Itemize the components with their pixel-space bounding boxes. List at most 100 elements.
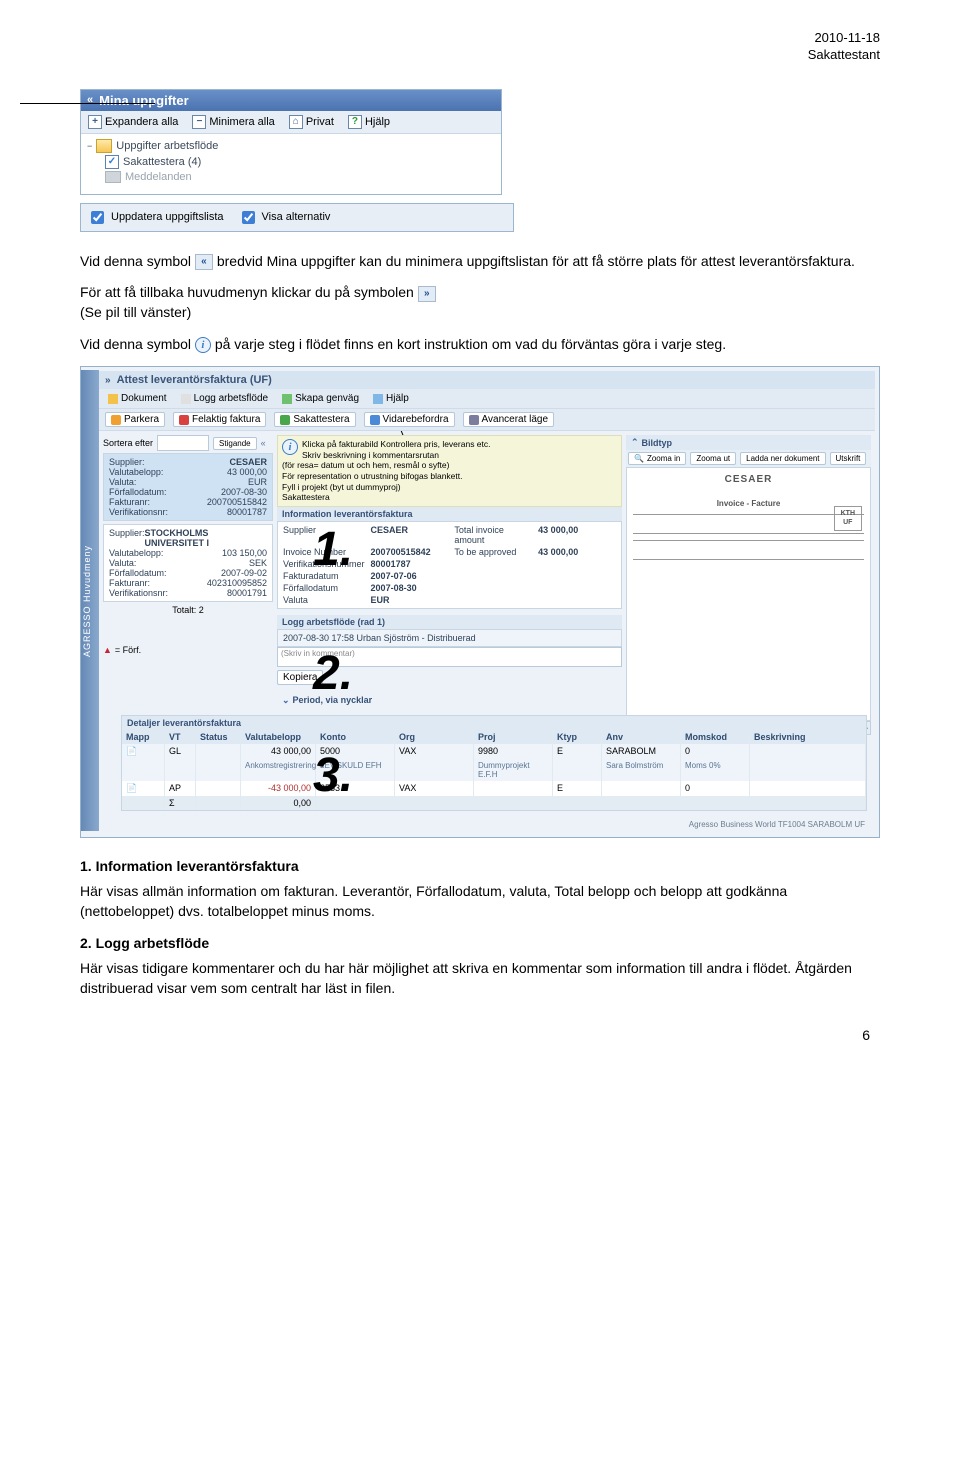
- collapse-chevron-icon[interactable]: «: [87, 94, 93, 106]
- print-button[interactable]: Utskrift: [830, 452, 867, 465]
- kv-label: Fakturanr:: [109, 578, 150, 588]
- details-title: Detaljer leverantörsfaktura: [122, 716, 866, 730]
- print-label: Utskrift: [836, 454, 861, 463]
- header-role: Sakattestant: [80, 47, 880, 64]
- log-icon: [181, 394, 191, 404]
- zoom-out-button[interactable]: Zooma ut: [690, 452, 736, 465]
- kv-label: Valuta:: [109, 558, 136, 568]
- zoom-in-icon: 🔍: [634, 454, 644, 463]
- kv-label: To be approved: [454, 547, 532, 557]
- forward-button[interactable]: Vidarebefordra: [364, 412, 455, 427]
- kv-label: Total invoice amount: [454, 525, 532, 545]
- park-button[interactable]: Parkera: [105, 412, 165, 427]
- options-bar: Uppdatera uppgiftslista Visa alternativ: [80, 203, 514, 232]
- action-toolbar: Parkera Felaktig faktura Sakattestera Vi…: [99, 409, 875, 431]
- p1-a: Vid denna symbol: [80, 253, 195, 269]
- overdue-label: = Förf.: [115, 645, 141, 655]
- td: 0: [681, 744, 750, 759]
- td-sub: Moms 0%: [681, 759, 750, 781]
- invoice-card-2[interactable]: Supplier:STOCKHOLMS UNIVERSITET I Valuta…: [103, 524, 273, 602]
- section-1-title: 1. Information leverantörsfaktura: [80, 858, 880, 874]
- check-icon: ✓: [105, 155, 119, 169]
- details-table: Detaljer leverantörsfaktura Mapp VT Stat…: [121, 715, 867, 811]
- folder-gray-icon: [105, 171, 121, 183]
- image-section-title: Bildtyp: [642, 438, 673, 448]
- td: SARABOLM: [602, 744, 681, 759]
- kv-value: CESAER: [371, 525, 449, 545]
- collapse-left-icon[interactable]: «: [261, 438, 266, 448]
- sort-field[interactable]: [157, 435, 209, 451]
- th: Anv: [602, 730, 681, 744]
- sidebar-panel: « Mina uppgifter + Expandera alla − Mini…: [80, 89, 502, 195]
- chevron-up-icon[interactable]: ⌃: [631, 437, 639, 448]
- kv-value: EUR: [371, 595, 449, 605]
- page-header: 2010-11-18 Sakattestant: [80, 30, 880, 64]
- shortcut-button[interactable]: Skapa genväg: [279, 392, 362, 405]
- document-button[interactable]: Dokument: [105, 392, 170, 405]
- paragraph-2: För att få tillbaka huvudmenyn klickar d…: [80, 283, 880, 322]
- chevron-down-icon[interactable]: ⌄: [282, 695, 290, 706]
- note-line: För representation o utrustning bifogas …: [282, 471, 617, 482]
- attest-label: Sakattestera: [293, 414, 349, 425]
- kv-label: Supplier:: [109, 457, 145, 467]
- kv-value: EUR: [248, 477, 267, 487]
- kv-value: SEK: [249, 558, 267, 568]
- download-button[interactable]: Ladda ner dokument: [740, 452, 825, 465]
- tree-root[interactable]: − Uppgifter arbetsflöde: [87, 138, 495, 154]
- table-row[interactable]: 📄 AP -43 000,00 2583 VAX E 0: [122, 781, 866, 796]
- collapse-inline-icon: «: [195, 254, 213, 270]
- kv-value: 103 150,00: [222, 548, 267, 558]
- wrong-label: Felaktig faktura: [192, 414, 260, 425]
- kv-value: 80001787: [371, 559, 449, 569]
- collapse-icon: −: [87, 141, 92, 151]
- expand-right-icon[interactable]: »: [105, 375, 111, 386]
- show-alt-input[interactable]: [242, 211, 255, 224]
- th: VT: [165, 730, 196, 744]
- td: VAX: [395, 781, 474, 796]
- section-1-body: Här visas allmän information om fakturan…: [80, 882, 880, 921]
- wrong-invoice-button[interactable]: Felaktig faktura: [173, 412, 266, 427]
- tree-item-attest[interactable]: ✓ Sakattestera (4): [87, 154, 495, 170]
- kv-label: Supplier:: [109, 528, 145, 548]
- shortcut-icon: [282, 394, 292, 404]
- annotation-3: 3.: [313, 757, 353, 795]
- refresh-checkbox[interactable]: Uppdatera uppgiftslista: [87, 208, 224, 227]
- info-section-title: Information leverantörsfaktura: [277, 507, 622, 521]
- kv-label: Fakturanr:: [109, 497, 150, 507]
- th: Valutabelopp: [241, 730, 316, 744]
- document-preview[interactable]: CESAER KTHUF Invoice - Facture: [626, 467, 871, 721]
- help-button[interactable]: ? Hjälp: [345, 114, 393, 130]
- note-line: Skriv beskrivning i kommentarsrutan: [282, 450, 617, 461]
- td: VAX: [399, 746, 416, 756]
- td-sub: Ankomstregistrering: [241, 759, 316, 781]
- expand-all-label: Expandera alla: [105, 116, 178, 128]
- tree-item-messages[interactable]: Meddelanden: [87, 170, 495, 184]
- table-row-sum: Σ 0,00: [122, 796, 866, 810]
- app-help-label: Hjälp: [386, 393, 409, 404]
- p2-b: (Se pil till vänster): [80, 304, 191, 320]
- refresh-input[interactable]: [91, 211, 104, 224]
- app-help-button[interactable]: Hjälp: [370, 392, 412, 405]
- app-title-text: Attest leverantörsfaktura (UF): [117, 374, 272, 386]
- asc-button[interactable]: Stigande: [213, 437, 257, 450]
- annotation-2: 2.: [313, 655, 353, 693]
- td: 0: [681, 781, 750, 796]
- minimize-all-button[interactable]: − Minimera alla: [189, 114, 277, 130]
- log-button[interactable]: Logg arbetsflöde: [178, 392, 272, 405]
- zoom-in-label: Zooma in: [647, 454, 680, 463]
- p3-b: på varje steg i flödet finns en kort ins…: [215, 336, 726, 352]
- table-row[interactable]: 📄 GL 43 000,00 5000 VAX 9980 E SARABOLM …: [122, 744, 866, 759]
- attest-button[interactable]: Sakattestera: [274, 412, 355, 427]
- invoice-card-1[interactable]: Supplier:CESAER Valutabelopp:43 000,00 V…: [103, 453, 273, 521]
- advanced-button[interactable]: Avancerat läge: [463, 412, 555, 427]
- note-line: Sakattestera: [282, 492, 617, 503]
- expand-all-button[interactable]: + Expandera alla: [85, 114, 181, 130]
- private-button[interactable]: ⌂ Privat: [286, 114, 337, 130]
- main-menu-tab[interactable]: AGRESSO Huvudmeny: [81, 370, 99, 831]
- minus-icon: −: [192, 115, 206, 129]
- sort-label: Sortera efter: [103, 438, 153, 448]
- note-line: (för resa= datum ut och hem, resmål o sy…: [282, 460, 617, 471]
- page-number: 6: [80, 1027, 880, 1043]
- show-alt-checkbox[interactable]: Visa alternativ: [238, 208, 331, 227]
- zoom-in-button[interactable]: 🔍Zooma in: [628, 452, 686, 465]
